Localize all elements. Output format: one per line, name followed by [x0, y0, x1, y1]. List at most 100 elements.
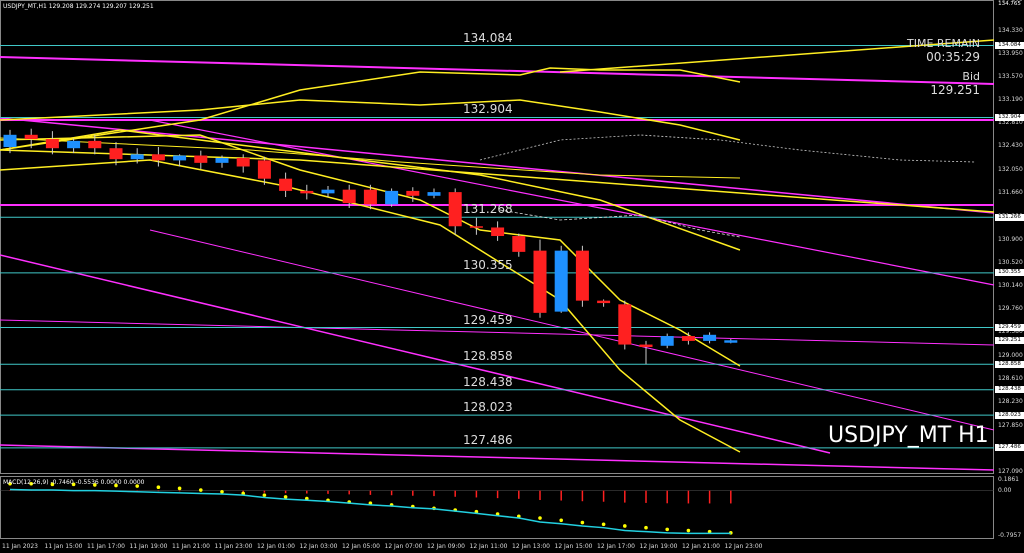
time-tick: 12 Jan 05:00	[342, 543, 380, 550]
candle-bull	[215, 157, 229, 163]
price-tick: 129.000	[998, 351, 1023, 359]
time-tick: 11 Jan 17:00	[87, 543, 125, 550]
macd-signal-dot	[623, 524, 627, 528]
price-tick: 131.660	[998, 189, 1023, 197]
candle-bear	[363, 189, 377, 205]
candle-bear	[279, 178, 293, 191]
candle-bull	[385, 190, 399, 205]
time-tick: 11 Jan 21:00	[172, 543, 210, 550]
candle-bull	[173, 155, 187, 161]
time-tick: 12 Jan 17:00	[597, 543, 635, 550]
price-tick: 134.330	[998, 26, 1023, 34]
bid-value: 129.251	[930, 83, 980, 97]
price-tag: 134.084	[995, 42, 1024, 50]
price-tick: 127.850	[998, 421, 1023, 429]
time-tick: 11 Jan 23:00	[214, 543, 253, 550]
price-tick: 130.140	[998, 282, 1023, 290]
price-tick: 132.050	[998, 165, 1023, 173]
candle-bear	[194, 155, 208, 163]
macd-signal-dot	[665, 527, 669, 532]
macd-signal-dot	[156, 485, 161, 489]
candle-bear	[109, 148, 123, 160]
level-label: 130.355	[463, 257, 513, 272]
candle-bear	[575, 250, 589, 301]
price-tick: 132.430	[998, 142, 1023, 150]
candle-bear	[342, 189, 356, 204]
time-tick: 12 Jan 21:00	[682, 543, 720, 550]
candle-bull	[703, 334, 717, 341]
time-tick: 12 Jan 03:00	[299, 543, 338, 550]
time-tick: 12 Jan 11:00	[469, 543, 508, 550]
time-tick: 12 Jan 23:00	[724, 543, 763, 550]
time-tick: 12 Jan 07:00	[384, 543, 423, 550]
level-label: 128.858	[463, 349, 513, 364]
price-tag: 129.459	[995, 324, 1024, 332]
price-tick: 127.090	[998, 468, 1023, 475]
candle-bull	[3, 134, 17, 147]
time-tick: 12 Jan 09:00	[427, 543, 465, 550]
price-tick: 129.760	[998, 305, 1023, 313]
macd-signal-dot	[686, 528, 691, 533]
price-tick: 128.230	[998, 398, 1023, 406]
price-tick: 130.900	[998, 235, 1023, 243]
macd-signal-dot	[580, 520, 585, 525]
candle-bear	[24, 134, 38, 140]
level-label: 128.023	[463, 400, 513, 415]
time-tick: 12 Jan 19:00	[639, 543, 678, 550]
chart-canvas[interactable]	[0, 0, 1024, 553]
candle-bear	[618, 304, 632, 345]
price-tag: 131.266	[995, 213, 1024, 221]
level-label: 131.268	[463, 202, 513, 217]
macd-tick: 0.00	[998, 486, 1012, 494]
macd-tick: 0.1861	[998, 476, 1019, 483]
symbol-watermark: USDJPY_MT H1	[828, 423, 989, 448]
price-tag: 127.486	[995, 444, 1024, 452]
level-label: 129.459	[463, 312, 513, 327]
candle-bear	[512, 236, 526, 252]
macd-signal-dot	[220, 489, 224, 494]
candle-bull	[321, 189, 335, 194]
price-tag: 130.355	[995, 269, 1024, 277]
macd-signal-dot	[601, 522, 606, 527]
candle-bull	[724, 340, 738, 343]
candle-bear	[597, 300, 611, 304]
macd-signal-dot	[262, 493, 267, 497]
level-label: 127.486	[463, 432, 513, 447]
macd-signal-dot	[283, 495, 288, 499]
candle-bear	[151, 154, 165, 161]
candle-bear	[88, 140, 102, 149]
price-tick: 130.520	[998, 258, 1023, 266]
price-tick: 133.950	[998, 49, 1023, 57]
price-tag: 132.904	[995, 113, 1024, 121]
candle-bear	[236, 157, 250, 167]
candle-bull	[554, 250, 568, 312]
candle-bear	[448, 192, 462, 227]
macd-signal-dot	[177, 486, 182, 491]
chart-header: USDJPY_MT,H1 129.208 129.274 129.207 129…	[3, 3, 154, 10]
time-tick: 12 Jan 13:00	[512, 543, 550, 550]
price-tag: 128.858	[995, 360, 1024, 368]
time-remain-label: TIME REMAIN	[907, 37, 980, 50]
candle-bull	[660, 336, 674, 346]
time-tick: 12 Jan 01:00	[257, 543, 295, 550]
level-label: 134.084	[463, 30, 513, 45]
price-tag: 128.023	[995, 411, 1024, 419]
bid-label: Bid	[962, 70, 980, 83]
macd-signal-dot	[199, 488, 203, 492]
macd-signal-dot	[559, 518, 563, 523]
level-label: 128.438	[463, 374, 513, 389]
candle-bull	[130, 154, 144, 160]
candle-bull	[67, 140, 81, 149]
level-label: 132.904	[463, 102, 513, 117]
candle-bear	[533, 250, 547, 313]
time-remain-value: 00:35:29	[926, 50, 980, 64]
price-tag: 134.765	[995, 0, 1024, 8]
time-tick: 11 Jan 2023	[2, 543, 38, 550]
time-tick: 12 Jan 15:00	[554, 543, 593, 550]
time-tick: 11 Jan 15:00	[44, 543, 83, 550]
candle-bear	[257, 160, 271, 179]
candle-bear	[639, 344, 653, 347]
candle-bear	[491, 227, 505, 237]
price-tick: 133.570	[998, 72, 1023, 80]
candle-bear	[469, 226, 483, 228]
